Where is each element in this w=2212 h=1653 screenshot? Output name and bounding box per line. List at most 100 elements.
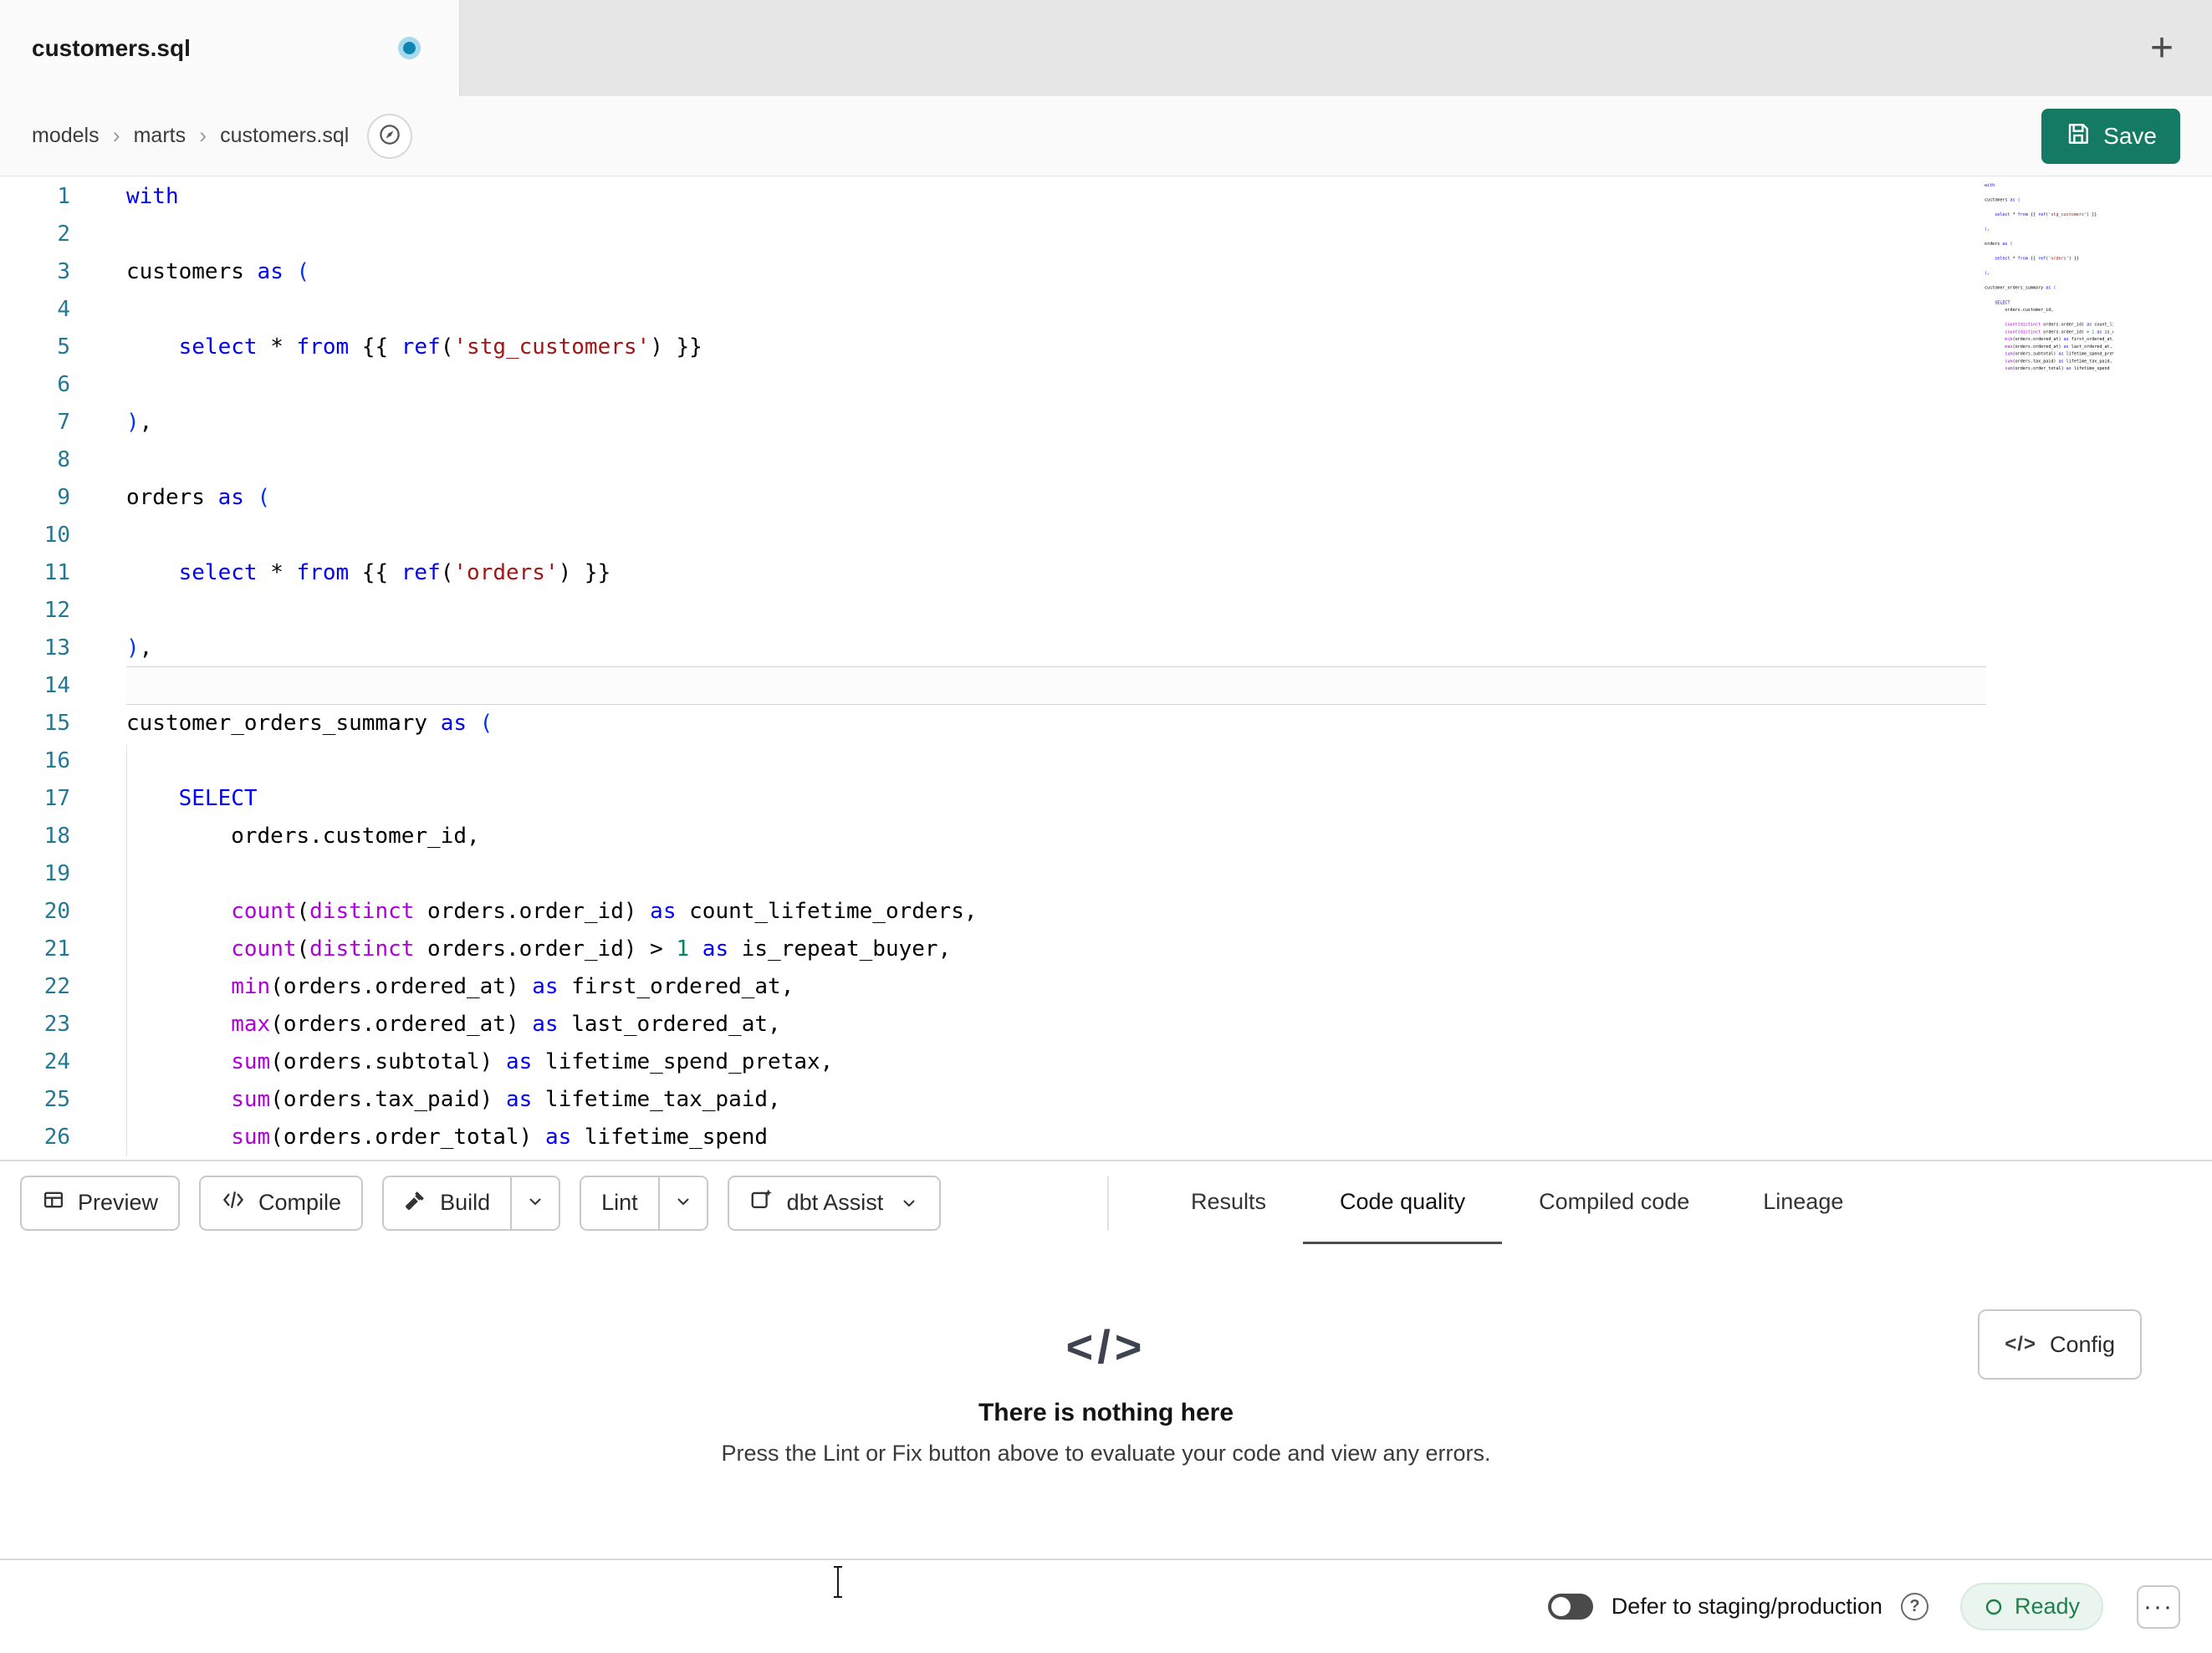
line-number: 12 (43, 598, 70, 623)
line-number: 19 (43, 861, 70, 886)
line-number: 13 (43, 635, 70, 661)
code-line-7[interactable]: 7), (0, 404, 2212, 441)
code-line-20[interactable]: 20 count(distinct orders.order_id) as co… (0, 893, 2212, 931)
code-line-15[interactable]: 15 customer_orders_summary as ( (0, 705, 2212, 742)
new-tab-button[interactable]: + (2137, 0, 2187, 96)
code-line-5[interactable]: 5 select * from {{ ref('stg_customers') … (0, 329, 2212, 366)
code-line-11[interactable]: 11 select * from {{ ref('orders') }} (0, 554, 2212, 592)
compile-button-label: Compile (258, 1190, 342, 1215)
save-icon (2065, 120, 2092, 153)
minimap-line: count(distinct orders.order_id) > 1 as i… (2005, 329, 2113, 334)
code-line-10[interactable]: 10 (0, 517, 2212, 554)
code-line-12[interactable]: 12 (0, 592, 2212, 630)
minimap-line (1985, 277, 2113, 284)
code-line-21[interactable]: 21 count(distinct orders.order_id) > 1 a… (0, 931, 2212, 968)
code-brackets-icon (221, 1187, 246, 1218)
minimap-line: orders as ( (1985, 241, 2013, 247)
status-circle-icon (1984, 1597, 2004, 1617)
code-line-4[interactable]: 4 (0, 291, 2212, 329)
minimap-line: sum(orders.order_total) as lifetime_spen… (2005, 365, 2110, 371)
defer-toggle[interactable] (1547, 1594, 1593, 1620)
line-number: 23 (43, 1012, 70, 1037)
build-split-button: Build (382, 1175, 561, 1231)
minimap-line (1985, 247, 2113, 255)
line-number: 11 (43, 560, 70, 585)
panel-tab-compiled-code[interactable]: Compiled code (1502, 1161, 1726, 1246)
compile-button[interactable]: Compile (199, 1175, 364, 1231)
panel-tab-results[interactable]: Results (1154, 1161, 1303, 1246)
line-number: 1 (57, 184, 70, 209)
code-line-16[interactable]: 16 (0, 742, 2212, 780)
code-line-22[interactable]: 22 min(orders.ordered_at) as first_order… (0, 968, 2212, 1006)
code-line-23[interactable]: 23 max(orders.ordered_at) as last_ordere… (0, 1006, 2212, 1043)
code-line-19[interactable]: 19 (0, 855, 2212, 893)
status-badge-label: Ready (2014, 1594, 2080, 1619)
build-button-label: Build (440, 1190, 491, 1215)
minimap[interactable]: with customers as ( select * from {{ ref(… (1985, 181, 2113, 382)
preview-button[interactable]: Preview (20, 1175, 181, 1231)
minimap-line (1985, 263, 2113, 270)
chevron-down-icon (525, 1191, 545, 1214)
code-text: count(distinct orders.order_id) > 1 as i… (231, 936, 952, 962)
help-icon[interactable]: ? (1900, 1593, 1928, 1620)
more-options-button[interactable]: ··· (2137, 1584, 2180, 1629)
lint-split-button: Lint (580, 1175, 708, 1231)
line-number: 25 (43, 1087, 70, 1112)
minimap-line: sum(orders.tax_paid) as lifetime_tax_pai… (2005, 358, 2112, 364)
code-text: ), (126, 635, 153, 661)
code-line-8[interactable]: 8 (0, 441, 2212, 479)
save-button[interactable]: Save (2041, 109, 2180, 164)
breadcrumb-item-marts[interactable]: marts (134, 124, 186, 148)
code-line-3[interactable]: 3 customers as ( (0, 253, 2212, 291)
code-line-13[interactable]: 13), (0, 630, 2212, 667)
code-line-17[interactable]: 17 SELECT (0, 780, 2212, 818)
build-dropdown-button[interactable] (510, 1176, 559, 1229)
lint-dropdown-button[interactable] (657, 1176, 707, 1229)
panel-tab-code-quality[interactable]: Code quality (1303, 1161, 1503, 1246)
panel-tabs: Results Code quality Compiled code Lineage (1154, 1161, 1880, 1246)
code-lines: 1 with 2 3 customers as (4 5 select * from {{… (0, 176, 2212, 1156)
line-number: 2 (57, 222, 70, 247)
code-line-25[interactable]: 25 sum(orders.tax_paid) as lifetime_tax_… (0, 1081, 2212, 1119)
code-text: count(distinct orders.order_id) as count… (231, 899, 978, 924)
code-icon: </> (1065, 1320, 1147, 1373)
code-text: sum(orders.order_total) as lifetime_spen… (231, 1125, 769, 1150)
chevron-down-icon (673, 1191, 693, 1214)
code-text: sum(orders.tax_paid) as lifetime_tax_pai… (231, 1087, 781, 1112)
code-line-1[interactable]: 1 with (0, 178, 2212, 216)
line-number: 22 (43, 974, 70, 999)
editor-tab-customers-sql[interactable]: customers.sql (0, 0, 460, 96)
code-text: sum(orders.subtotal) as lifetime_spend_p… (231, 1049, 834, 1074)
breadcrumb-item-models[interactable]: models (32, 124, 100, 148)
code-line-14[interactable]: 14 (0, 667, 2212, 705)
locate-file-button[interactable] (367, 113, 413, 159)
code-line-18[interactable]: 18 orders.customer_id, (0, 818, 2212, 855)
tab-title: customers.sql (32, 34, 191, 61)
code-text: select * from {{ ref('orders') }} (178, 560, 611, 585)
code-line-24[interactable]: 24 sum(orders.subtotal) as lifetime_spen… (0, 1043, 2212, 1081)
code-line-6[interactable]: 6 (0, 366, 2212, 404)
config-button[interactable]: </> Config (1978, 1309, 2142, 1380)
code-line-26[interactable]: 26 sum(orders.order_total) as lifetime_s… (0, 1119, 2212, 1156)
lint-button[interactable]: Lint (581, 1176, 658, 1229)
line-number: 3 (57, 259, 70, 284)
breadcrumb-item-customers-sql[interactable]: customers.sql (220, 124, 349, 148)
line-number: 5 (57, 334, 70, 360)
breadcrumb-separator-icon: › (199, 123, 207, 148)
empty-state: </> There is nothing here Press the Lint… (0, 1244, 2212, 1467)
sparkle-edit-icon (749, 1187, 774, 1218)
panel-tab-lineage[interactable]: Lineage (1726, 1161, 1880, 1246)
minimap-line: max(orders.ordered_at) as last_ordered_a… (2005, 344, 2112, 349)
dbt-assist-button[interactable]: dbt Assist (727, 1175, 942, 1231)
code-line-9[interactable]: 9 orders as ( (0, 479, 2212, 517)
build-button[interactable]: Build (384, 1176, 511, 1229)
dbt-assist-button-label: dbt Assist (786, 1190, 884, 1215)
code-editor[interactable]: 1 with 2 3 customers as (4 5 select * from {{… (0, 176, 2212, 1160)
code-line-2[interactable]: 2 (0, 216, 2212, 253)
